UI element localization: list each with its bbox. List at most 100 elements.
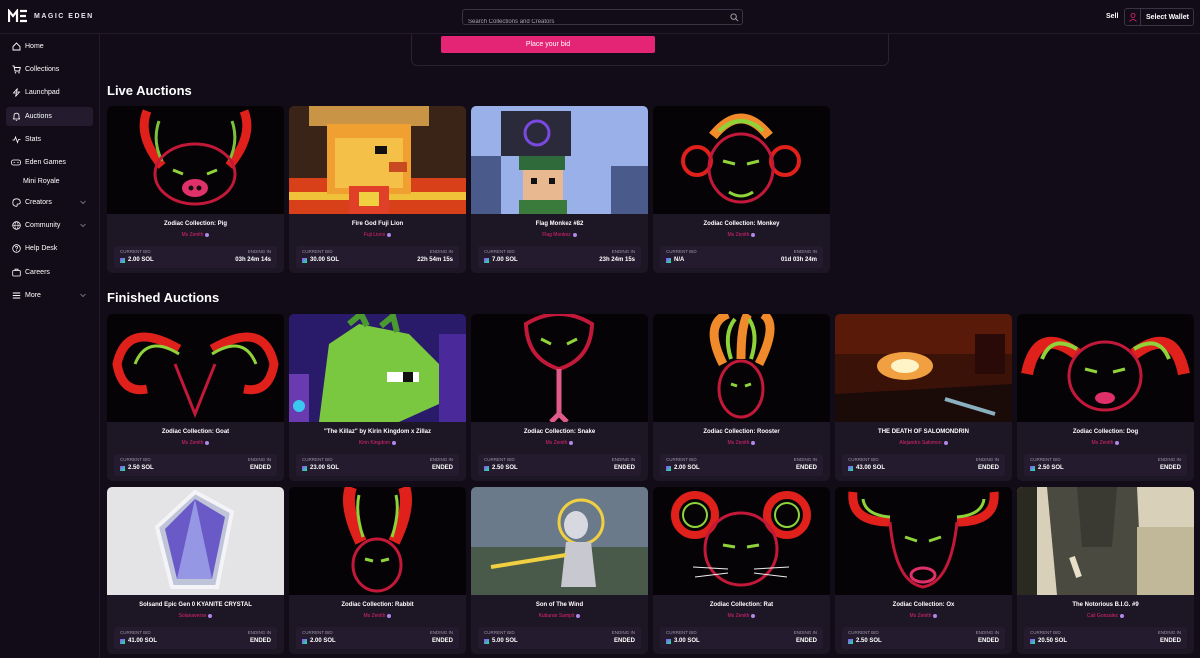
bid-info: CURRENT BID ENDING IN 2.50 SOL ENDED — [114, 454, 277, 476]
creator-name: Ms Zenith — [909, 613, 932, 619]
auction-title[interactable]: Zodiac Collection: Snake — [471, 429, 648, 435]
auction-title[interactable]: Zodiac Collection: Monkey — [653, 221, 830, 227]
auction-title[interactable]: Solsand Epic Gen 0 KYANITE CRYSTAL — [107, 602, 284, 608]
creator-link[interactable]: Ms Zenith — [835, 613, 1012, 619]
sidebar-item-launchpad[interactable]: Launchpad — [6, 83, 93, 102]
search-input[interactable] — [463, 15, 742, 29]
auction-card[interactable]: Solsand Epic Gen 0 KYANITE CRYSTAL Solan… — [107, 487, 284, 654]
auction-card[interactable]: THE DEATH OF SALOMONDRIN Alejandro Salom… — [835, 314, 1012, 481]
creator-link[interactable]: Cali Gonzalez — [1017, 613, 1194, 619]
sell-link[interactable]: Sell — [1106, 13, 1118, 20]
auction-title[interactable]: Zodiac Collection: Rat — [653, 602, 830, 608]
finished-auctions-title: Finished Auctions — [107, 290, 220, 305]
auction-card[interactable]: The Notorious B.I.G. #9 Cali Gonzalez CU… — [1017, 487, 1194, 654]
creator-link[interactable]: Ms Zenith — [653, 613, 830, 619]
creator-link[interactable]: Ms Zenith — [471, 440, 648, 446]
auction-title[interactable]: Zodiac Collection: Goat — [107, 429, 284, 435]
current-bid-value: 23.00 SOL — [302, 465, 339, 471]
select-wallet-button[interactable]: Select Wallet — [1124, 8, 1194, 26]
auction-card[interactable]: Zodiac Collection: Ox Ms Zenith CURRENT … — [835, 487, 1012, 654]
sidebar-item-more[interactable]: More — [6, 286, 93, 305]
search-bar[interactable] — [462, 9, 743, 29]
auction-card[interactable]: Zodiac Collection: Goat Ms Zenith CURREN… — [107, 314, 284, 481]
search-icon[interactable] — [730, 13, 739, 22]
auction-title[interactable]: Zodiac Collection: Pig — [107, 221, 284, 227]
sidebar-item-creators[interactable]: Creators — [6, 193, 93, 212]
auction-card[interactable]: Zodiac Collection: Snake Ms Zenith CURRE… — [471, 314, 648, 481]
logo[interactable]: MAGIC EDEN — [8, 9, 94, 23]
current-bid-value: 20.50 SOL — [1030, 638, 1067, 644]
sidebar-item-community[interactable]: Community — [6, 216, 93, 235]
ending-in-value: ENDED — [977, 638, 999, 644]
ending-in-label: ENDING IN — [429, 630, 453, 635]
sidebar-item-careers[interactable]: Careers — [6, 263, 93, 282]
nft-image — [289, 314, 466, 422]
creator-link[interactable]: Fuji Lions — [289, 232, 466, 238]
ending-in-value: ENDED — [795, 465, 817, 471]
current-bid-label: CURRENT BID — [484, 630, 515, 635]
creator-link[interactable]: Ms Zenith — [107, 232, 284, 238]
solana-icon — [302, 638, 307, 644]
auction-card[interactable]: Zodiac Collection: Rooster Ms Zenith CUR… — [653, 314, 830, 481]
auction-title[interactable]: THE DEATH OF SALOMONDRIN — [835, 429, 1012, 435]
creator-link[interactable]: Ms Zenith — [1017, 440, 1194, 446]
sidebar-item-collections[interactable]: Collections — [6, 60, 93, 79]
current-bid-value: 2.50 SOL — [484, 465, 518, 471]
solana-icon — [120, 638, 125, 644]
sidebar-item-auctions[interactable]: Auctions — [6, 107, 93, 126]
solana-icon — [120, 465, 125, 471]
sidebar-item-eden-games[interactable]: Eden Games — [6, 153, 93, 172]
current-bid-value: 41.00 SOL — [120, 638, 157, 644]
chevron-down-icon[interactable] — [79, 291, 87, 299]
sidebar-item-label: Auctions — [25, 113, 52, 120]
bid-info: CURRENT BID ENDING IN 2.00 SOL ENDED — [660, 454, 823, 476]
auction-title[interactable]: Zodiac Collection: Dog — [1017, 429, 1194, 435]
chevron-down-icon[interactable] — [79, 221, 87, 229]
sidebar-item-mini-royale[interactable]: Mini Royale — [23, 178, 60, 185]
ending-in-label: ENDING IN — [611, 457, 635, 462]
nft-image — [835, 487, 1012, 595]
ending-in-value: ENDED — [249, 638, 271, 644]
sidebar-item-home[interactable]: Home — [6, 37, 93, 56]
creator-link[interactable]: Solanaverse — [107, 613, 284, 619]
auction-card[interactable]: Zodiac Collection: Dog Ms Zenith CURRENT… — [1017, 314, 1194, 481]
auction-card[interactable]: Zodiac Collection: Pig Ms Zenith CURRENT… — [107, 106, 284, 273]
auction-card[interactable]: Son of The Wind Kuburan Sampit CURRENT B… — [471, 487, 648, 654]
ending-in-value: ENDED — [613, 638, 635, 644]
auction-title[interactable]: Flag Monkez #82 — [471, 221, 648, 227]
creator-link[interactable]: Flag Monkez — [471, 232, 648, 238]
creator-name: Flag Monkez — [542, 232, 571, 238]
auction-title[interactable]: Fire God Fuji Lion — [289, 221, 466, 227]
auction-title[interactable]: The Notorious B.I.G. #9 — [1017, 602, 1194, 608]
auction-title[interactable]: Son of The Wind — [471, 602, 648, 608]
creator-link[interactable]: Ms Zenith — [107, 440, 284, 446]
auction-card[interactable]: "The Killaz" by Kirin Kingdom x Zillaz K… — [289, 314, 466, 481]
creator-link[interactable]: Ms Zenith — [653, 440, 830, 446]
place-bid-button[interactable]: Place your bid — [441, 36, 655, 53]
creator-link[interactable]: Kirin Kingdom — [289, 440, 466, 446]
creator-link[interactable]: Kuburan Sampit — [471, 613, 648, 619]
auction-title[interactable]: Zodiac Collection: Rooster — [653, 429, 830, 435]
ending-in-value: 03h 24m 14s — [235, 257, 271, 263]
bid-amount: 20.50 SOL — [1038, 638, 1068, 644]
creator-link[interactable]: Alejandro Salomon — [835, 440, 1012, 446]
auction-title[interactable]: Zodiac Collection: Rabbit — [289, 602, 466, 608]
sidebar-item-stats[interactable]: Stats — [6, 130, 93, 149]
auction-title[interactable]: Zodiac Collection: Ox — [835, 602, 1012, 608]
bid-info: CURRENT BID ENDING IN 30.00 SOL 22h 54m … — [296, 246, 459, 268]
creator-link[interactable]: Ms Zenith — [289, 613, 466, 619]
chevron-down-icon[interactable] — [79, 198, 87, 206]
help-icon — [11, 244, 21, 254]
current-bid-label: CURRENT BID — [1030, 630, 1061, 635]
creator-link[interactable]: Ms Zenith — [653, 232, 830, 238]
creator-name: Ms Zenith — [181, 440, 204, 446]
sidebar-item-help-desk[interactable]: Help Desk — [6, 239, 93, 258]
auction-card[interactable]: Zodiac Collection: Rat Ms Zenith CURRENT… — [653, 487, 830, 654]
auction-card[interactable]: Fire God Fuji Lion Fuji Lions CURRENT BI… — [289, 106, 466, 273]
ending-in-value: ENDED — [1159, 638, 1181, 644]
auction-card[interactable]: Zodiac Collection: Monkey Ms Zenith CURR… — [653, 106, 830, 273]
auction-title[interactable]: "The Killaz" by Kirin Kingdom x Zillaz — [289, 429, 466, 435]
auction-card[interactable]: Zodiac Collection: Rabbit Ms Zenith CURR… — [289, 487, 466, 654]
verified-icon — [387, 613, 392, 618]
auction-card[interactable]: Flag Monkez #82 Flag Monkez CURRENT BID … — [471, 106, 648, 273]
